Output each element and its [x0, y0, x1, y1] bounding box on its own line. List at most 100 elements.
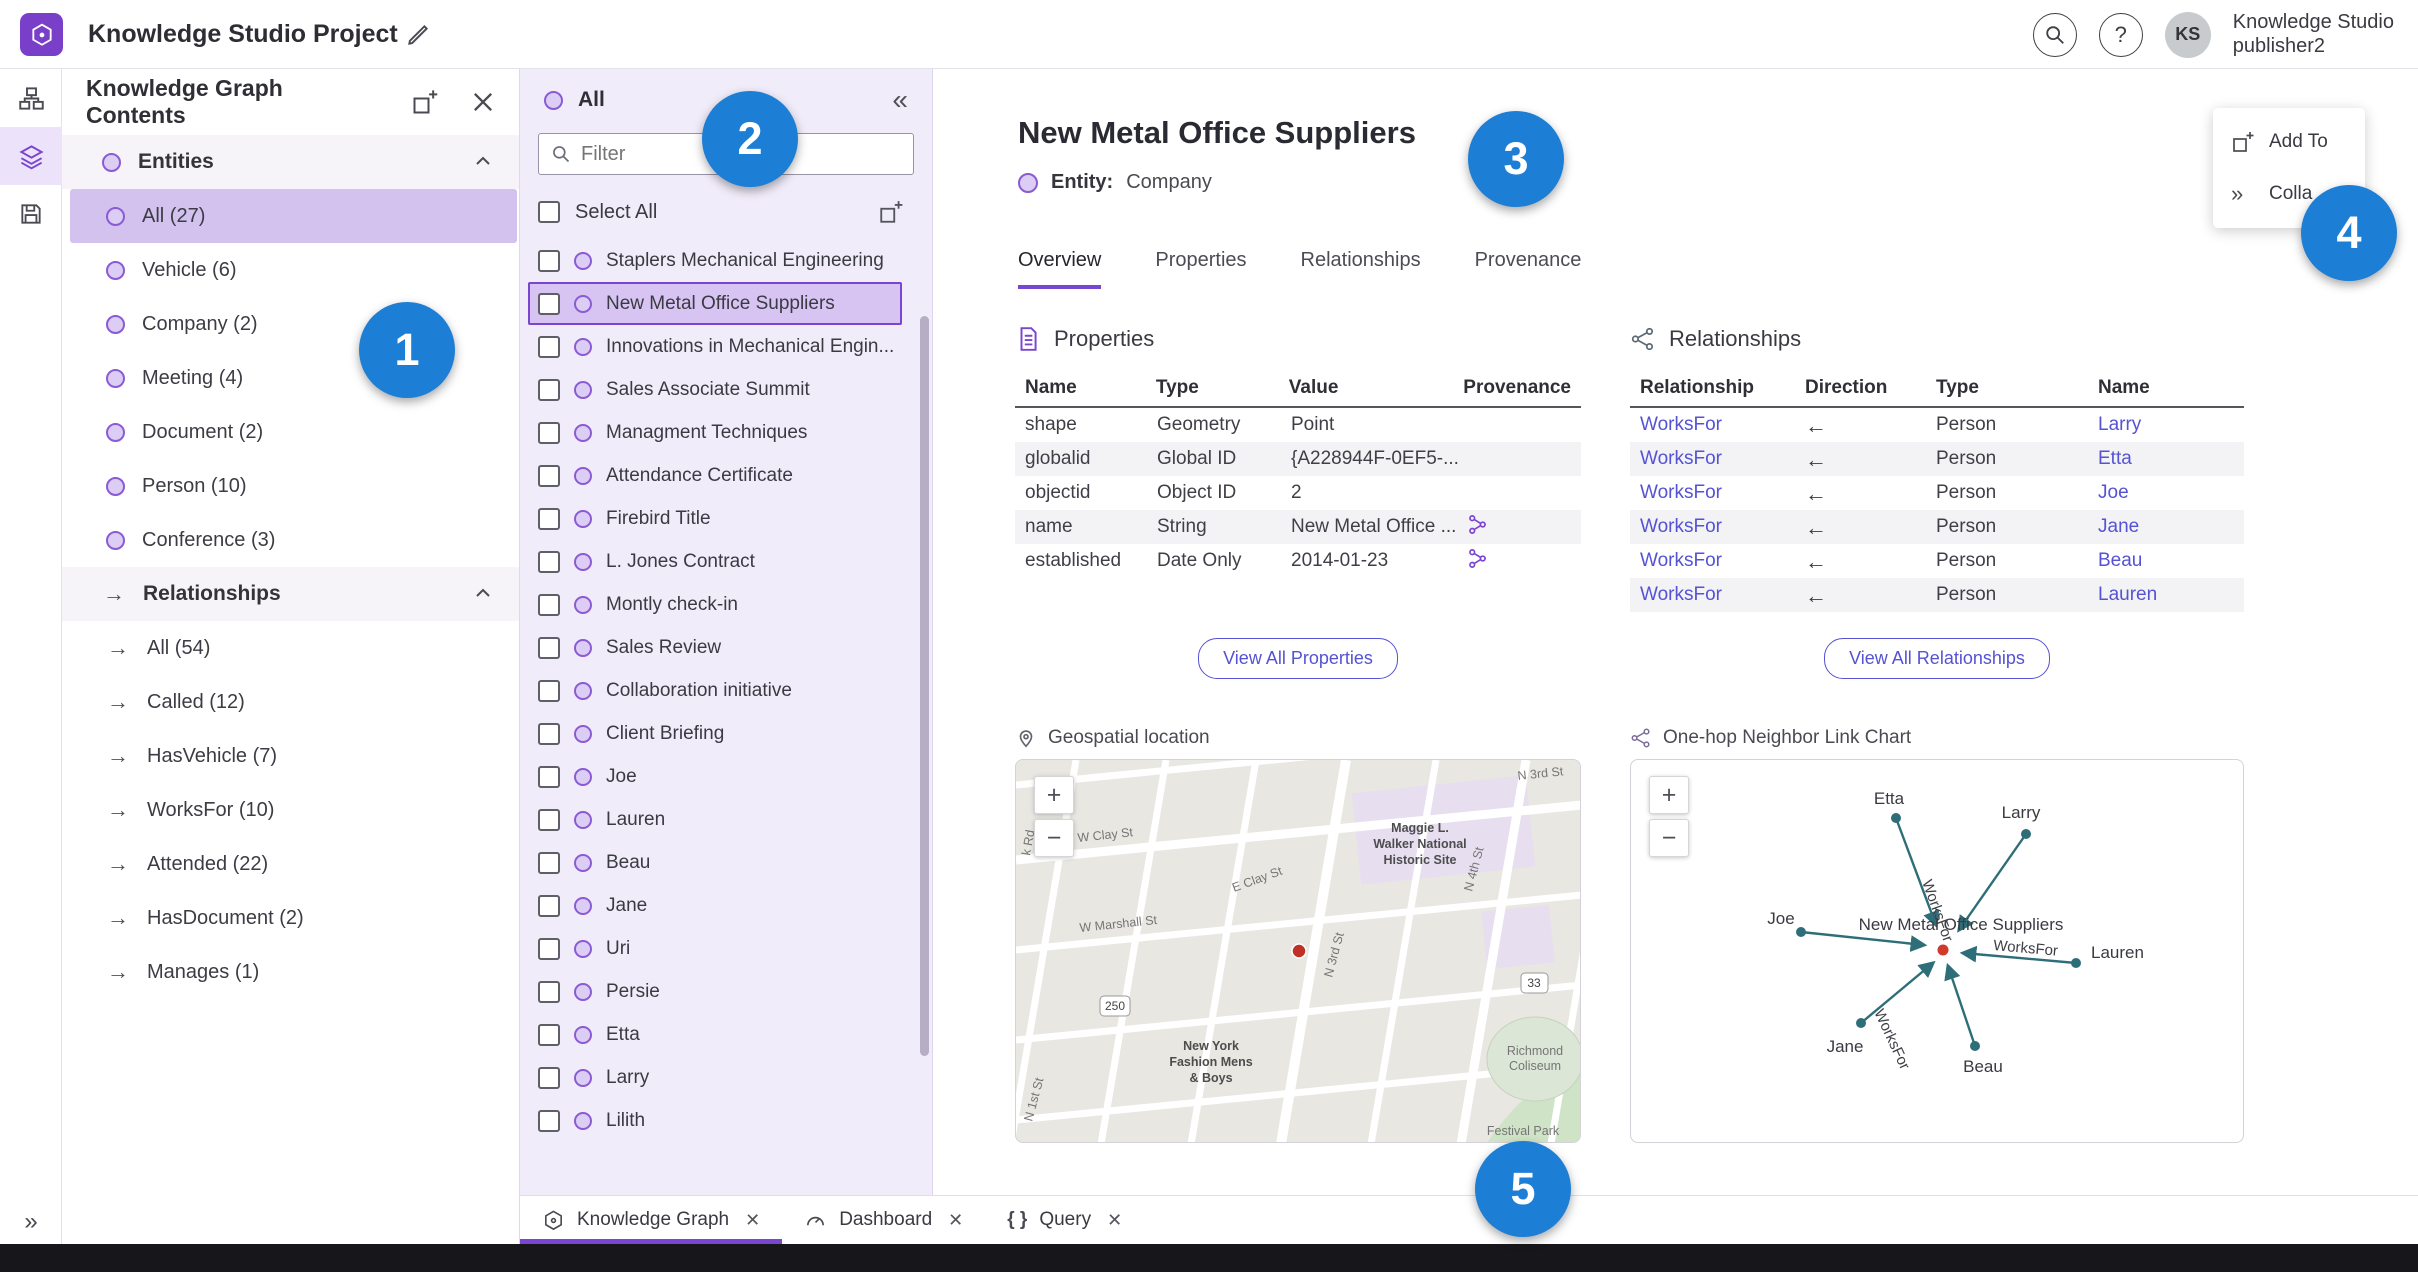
relationship-type-item[interactable]: → WorksFor (10)	[70, 783, 517, 837]
collapse-panel-icon[interactable]: «	[892, 86, 908, 114]
related-entity-link[interactable]: Jane	[2098, 516, 2234, 538]
relationship-link[interactable]: WorksFor	[1640, 482, 1805, 504]
geospatial-map[interactable]: k Rd W Clay St E Clay St N 3rd St N 3rd …	[1015, 759, 1581, 1143]
relationship-link[interactable]: WorksFor	[1640, 448, 1805, 470]
relationship-type-item[interactable]: → Attended (22)	[70, 837, 517, 891]
entity-type-item[interactable]: Person (10)	[70, 459, 517, 513]
list-item[interactable]: Firebird Title	[528, 497, 902, 540]
related-entity-link[interactable]: Larry	[2098, 414, 2234, 436]
related-entity-link[interactable]: Beau	[2098, 550, 2234, 572]
item-checkbox[interactable]	[538, 335, 560, 358]
list-item[interactable]: Montly check-in	[528, 583, 902, 626]
item-checkbox[interactable]	[538, 378, 560, 401]
item-checkbox[interactable]	[538, 851, 560, 874]
zoom-in-button[interactable]: +	[1649, 776, 1689, 814]
list-item[interactable]: Sales Associate Summit	[528, 368, 902, 411]
list-item[interactable]: Larry	[528, 1056, 902, 1099]
view-all-relationships-button[interactable]: View All Relationships	[1824, 638, 2050, 679]
entity-type-item[interactable]: All (27)	[70, 189, 517, 243]
list-item[interactable]: L. Jones Contract	[528, 540, 902, 583]
item-checkbox[interactable]	[538, 808, 560, 831]
tab-dashboard[interactable]: Dashboard ✕	[782, 1196, 985, 1244]
close-icon[interactable]	[469, 88, 497, 116]
relationship-type-item[interactable]: → HasVehicle (7)	[70, 729, 517, 783]
item-checkbox[interactable]	[538, 679, 560, 702]
list-item[interactable]: Attendance Certificate	[528, 454, 902, 497]
list-item[interactable]: Beau	[528, 841, 902, 884]
item-checkbox[interactable]	[538, 1109, 560, 1132]
relationship-type-item[interactable]: → Manages (1)	[70, 945, 517, 999]
related-entity-link[interactable]: Joe	[2098, 482, 2234, 504]
relationships-section-header[interactable]: → Relationships	[62, 567, 519, 621]
add-panel-icon[interactable]	[411, 88, 439, 116]
list-item[interactable]: Lilith	[528, 1099, 902, 1142]
map-marker[interactable]	[1291, 943, 1307, 959]
relationship-link[interactable]: WorksFor	[1640, 516, 1805, 538]
tab[interactable]: Relationships	[1301, 249, 1421, 289]
item-checkbox[interactable]	[538, 421, 560, 444]
item-checkbox[interactable]	[538, 1023, 560, 1046]
list-item[interactable]: Collaboration initiative	[528, 669, 902, 712]
relationship-type-item[interactable]: → HasDocument (2)	[70, 891, 517, 945]
item-checkbox[interactable]	[538, 894, 560, 917]
entities-section-header[interactable]: Entities	[62, 135, 519, 189]
list-item[interactable]: New Metal Office Suppliers	[528, 282, 902, 325]
expand-rail-icon[interactable]: »	[0, 1208, 62, 1236]
list-item[interactable]: Joe	[528, 755, 902, 798]
zoom-in-button[interactable]: +	[1034, 776, 1074, 814]
list-item[interactable]: Lauren	[528, 798, 902, 841]
item-checkbox[interactable]	[538, 722, 560, 745]
list-item[interactable]: Client Briefing	[528, 712, 902, 755]
center-node[interactable]	[1937, 944, 1949, 956]
list-item[interactable]: Innovations in Mechanical Engin...	[528, 325, 902, 368]
list-item[interactable]: Managment Techniques	[528, 411, 902, 454]
item-checkbox[interactable]	[538, 464, 560, 487]
tab-knowledge-graph[interactable]: Knowledge Graph ✕	[520, 1196, 782, 1244]
tab[interactable]: Provenance	[1475, 249, 1582, 289]
relationship-link[interactable]: WorksFor	[1640, 414, 1805, 436]
entity-type-item[interactable]: Conference (3)	[70, 513, 517, 567]
search-button[interactable]	[2032, 12, 2077, 57]
relationship-type-item[interactable]: → Called (12)	[70, 675, 517, 729]
item-checkbox[interactable]	[538, 292, 560, 315]
app-logo-icon[interactable]	[20, 13, 63, 56]
item-checkbox[interactable]	[538, 593, 560, 616]
relationship-link[interactable]: WorksFor	[1640, 584, 1805, 606]
list-item[interactable]: Etta	[528, 1013, 902, 1056]
close-icon[interactable]: ✕	[1107, 1210, 1122, 1231]
list-item[interactable]: Sales Review	[528, 626, 902, 669]
provenance-icon[interactable]	[1467, 514, 1488, 535]
item-checkbox[interactable]	[538, 507, 560, 530]
tab-query[interactable]: { } Query ✕	[985, 1196, 1144, 1244]
provenance-icon[interactable]	[1467, 548, 1488, 569]
entity-type-item[interactable]: Document (2)	[70, 405, 517, 459]
item-checkbox[interactable]	[538, 636, 560, 659]
related-entity-link[interactable]: Etta	[2098, 448, 2234, 470]
chevron-up-icon[interactable]	[471, 150, 495, 174]
relationship-type-item[interactable]: → All (54)	[70, 621, 517, 675]
list-item[interactable]: Uri	[528, 927, 902, 970]
entity-type-item[interactable]: Vehicle (6)	[70, 243, 517, 297]
layers-rail-button[interactable]	[0, 127, 62, 185]
avatar[interactable]: KS	[2164, 11, 2211, 58]
tab[interactable]: Properties	[1155, 249, 1246, 289]
list-item[interactable]: Staplers Mechanical Engineering	[528, 239, 902, 282]
zoom-out-button[interactable]: −	[1034, 819, 1074, 857]
chevron-up-icon[interactable]	[471, 582, 495, 606]
list-item[interactable]: Persie	[528, 970, 902, 1013]
item-checkbox[interactable]	[538, 980, 560, 1003]
item-checkbox[interactable]	[538, 249, 560, 272]
link-chart[interactable]: Etta Larry Joe Lauren Jane Beau New Meta…	[1630, 759, 2244, 1143]
select-all-checkbox[interactable]	[538, 201, 560, 223]
related-entity-link[interactable]: Lauren	[2098, 584, 2234, 606]
item-checkbox[interactable]	[538, 937, 560, 960]
item-checkbox[interactable]	[538, 765, 560, 788]
scrollbar-thumb[interactable]	[920, 316, 929, 1056]
edit-title-icon[interactable]	[405, 22, 431, 48]
close-icon[interactable]: ✕	[745, 1210, 760, 1231]
close-icon[interactable]: ✕	[948, 1210, 963, 1231]
save-rail-button[interactable]	[0, 185, 62, 243]
view-all-properties-button[interactable]: View All Properties	[1198, 638, 1398, 679]
add-panel-icon[interactable]	[878, 199, 904, 225]
list-item[interactable]: Jane	[528, 884, 902, 927]
